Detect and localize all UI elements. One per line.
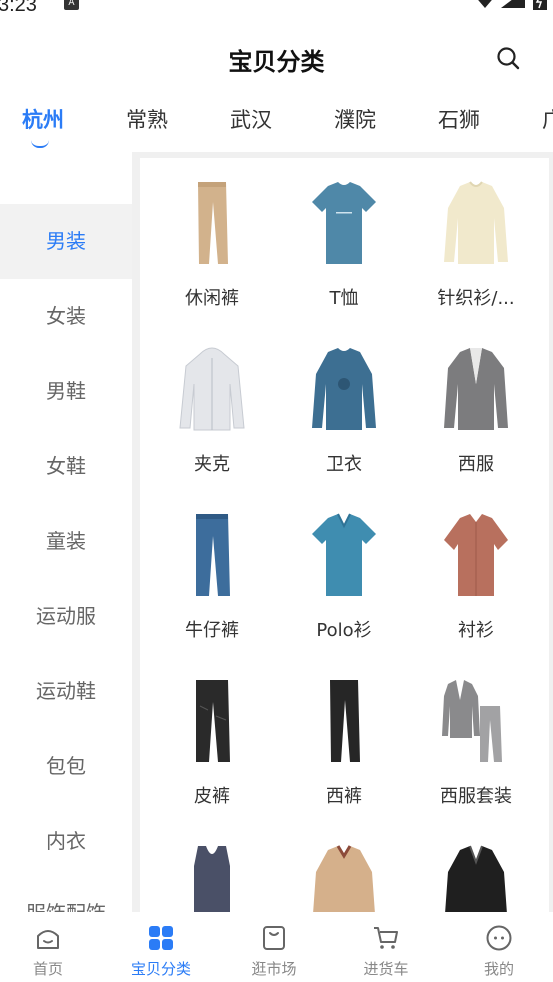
- sidebar-item-underwear[interactable]: 内衣: [0, 804, 132, 879]
- suit-pants-image: [330, 680, 360, 762]
- category-casual-pants[interactable]: 休闲裤: [146, 158, 278, 324]
- sweatshirt-image: [312, 348, 376, 430]
- nav-market[interactable]: 逛市场: [224, 924, 324, 980]
- status-bar: 3:23 A: [0, 0, 553, 24]
- home-icon: [37, 930, 59, 949]
- category-suit-set[interactable]: 西服套装: [410, 656, 542, 822]
- category-blazer[interactable]: 西服: [410, 324, 542, 490]
- nav-profile[interactable]: 我的: [449, 924, 549, 980]
- signal-battery-icon: [478, 0, 547, 10]
- category-knitwear[interactable]: 针织衫/...: [410, 158, 542, 324]
- nav-label: 进货车: [363, 960, 409, 978]
- leather-pants-image: [196, 680, 230, 762]
- nav-label: 宝贝分类: [130, 960, 191, 978]
- nav-label: 我的: [483, 960, 514, 978]
- category-grid: 休闲裤 T恤 针织衫/... 夹克 卫衣 西服 牛仔裤 Polo衫 衬衫 皮裤 …: [140, 158, 549, 912]
- category-suit-pants[interactable]: 西裤: [278, 656, 410, 822]
- category-label: 西服套装: [440, 786, 512, 807]
- blazer-image: [444, 348, 508, 430]
- category-tshirt[interactable]: T恤: [278, 158, 410, 324]
- city-tabs: 杭州 常熟 武汉 濮院 石狮 广: [0, 100, 553, 150]
- category-jacket[interactable]: 夹克: [146, 324, 278, 490]
- tab-city-hangzhou[interactable]: 杭州: [22, 104, 64, 134]
- category-beige-coat[interactable]: [278, 822, 410, 912]
- khaki-pants-image: [198, 182, 228, 264]
- sidebar-item-bags[interactable]: 包包: [0, 729, 132, 804]
- category-label: 牛仔裤: [185, 620, 239, 641]
- category-sweatshirt[interactable]: 卫衣: [278, 324, 410, 490]
- page-title: 宝贝分类: [228, 48, 325, 76]
- category-label: 衬衫: [458, 620, 494, 641]
- nav-cart[interactable]: 进货车: [336, 924, 436, 980]
- sidebar-item-mens-shoes[interactable]: 男鞋: [0, 354, 132, 429]
- category-label: 西服: [458, 454, 494, 475]
- sidebar-item-womenswear[interactable]: 女装: [0, 279, 132, 354]
- profile-icon: [486, 925, 512, 951]
- jacket-image: [179, 347, 245, 431]
- bottom-navigation: 首页 宝贝分类 逛市场 进货车 我的: [0, 912, 553, 982]
- vest-image: [194, 846, 230, 912]
- category-label: 休闲裤: [185, 288, 239, 309]
- category-label: 西裤: [326, 786, 362, 807]
- active-tab-indicator: [31, 140, 49, 148]
- sidebar-item-kidswear[interactable]: 童装: [0, 504, 132, 579]
- category-label: 卫衣: [326, 454, 362, 475]
- sweater-image: [444, 181, 508, 264]
- category-label: T恤: [329, 288, 359, 309]
- shirt-image: [444, 514, 508, 596]
- sidebar-item-accessories[interactable]: 服饰配饰: [0, 876, 132, 912]
- category-jeans[interactable]: 牛仔裤: [146, 490, 278, 656]
- cart-icon: [374, 927, 398, 949]
- bag-icon: [263, 926, 285, 950]
- sidebar-item-womens-shoes[interactable]: 女鞋: [0, 429, 132, 504]
- category-label: 针织衫/...: [437, 288, 515, 309]
- category-shirt[interactable]: 衬衫: [410, 490, 542, 656]
- nav-home[interactable]: 首页: [0, 924, 98, 980]
- sidebar-item-sportswear[interactable]: 运动服: [0, 579, 132, 654]
- leather-jacket-image: [445, 845, 507, 912]
- nav-label: 首页: [32, 960, 63, 978]
- category-leather-jacket[interactable]: [410, 822, 542, 912]
- tab-city-puyuan[interactable]: 濮院: [334, 104, 376, 134]
- category-leather-pants[interactable]: 皮裤: [146, 656, 278, 822]
- a-icon: A: [64, 0, 79, 10]
- tab-city-wuhan[interactable]: 武汉: [230, 104, 272, 134]
- beige-coat-image: [313, 845, 375, 912]
- header: 宝贝分类: [0, 40, 553, 84]
- jeans-image: [196, 514, 230, 596]
- category-polo[interactable]: Polo衫: [278, 490, 410, 656]
- tab-city-shishi[interactable]: 石狮: [438, 104, 480, 134]
- search-icon[interactable]: [494, 44, 522, 72]
- category-label: Polo衫: [316, 620, 372, 641]
- nav-label: 逛市场: [251, 960, 297, 978]
- grid-icon: [149, 926, 173, 950]
- suit-set-image: [442, 680, 502, 762]
- category-label: 皮裤: [194, 786, 230, 807]
- category-label: 夹克: [194, 454, 230, 475]
- category-sidebar: 男装 女装 男鞋 女鞋 童装 运动服 运动鞋 包包 内衣 服饰配饰: [0, 152, 132, 912]
- sidebar-item-sports-shoes[interactable]: 运动鞋: [0, 654, 132, 729]
- sidebar-item-menswear[interactable]: 男装: [0, 204, 132, 279]
- category-vest[interactable]: [146, 822, 278, 912]
- tab-city-changshu[interactable]: 常熟: [126, 104, 168, 134]
- polo-image: [312, 513, 376, 596]
- tab-city-guang[interactable]: 广: [542, 104, 553, 134]
- status-time: 3:23: [0, 0, 37, 16]
- nav-categories[interactable]: 宝贝分类: [111, 924, 211, 980]
- tshirt-image: [312, 182, 376, 264]
